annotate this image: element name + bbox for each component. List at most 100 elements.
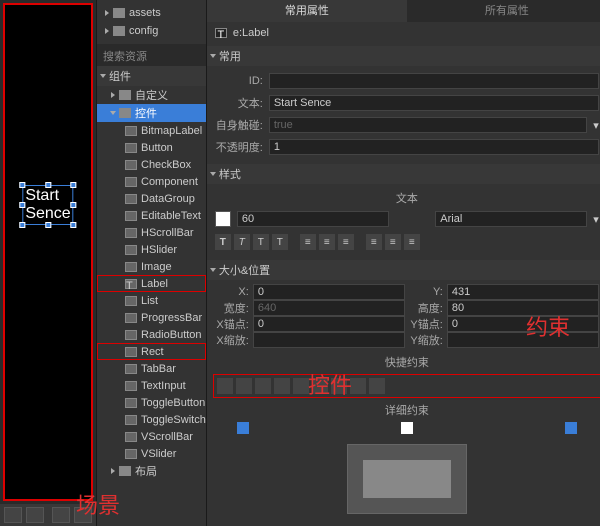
section-style[interactable]: 样式 — [207, 164, 600, 184]
component-item[interactable]: ToggleButton — [97, 394, 206, 411]
tab-all-props[interactable]: 所有属性 — [407, 0, 600, 22]
component-icon — [125, 330, 137, 340]
component-item[interactable]: EditableText — [97, 207, 206, 224]
component-item-rect[interactable]: Rect — [97, 343, 206, 360]
resize-handle[interactable] — [19, 202, 25, 208]
fontsize-input[interactable] — [237, 211, 389, 227]
component-item[interactable]: ProgressBar — [97, 309, 206, 326]
expand-icon[interactable] — [110, 111, 116, 115]
align-center-button[interactable]: ≡ — [319, 234, 335, 250]
expand-icon[interactable] — [105, 10, 109, 16]
asset-folder[interactable]: assets — [97, 4, 206, 22]
constraint-button[interactable] — [293, 378, 309, 394]
id-input[interactable] — [269, 73, 599, 89]
expand-icon[interactable] — [105, 28, 109, 34]
tool-button[interactable] — [26, 507, 44, 523]
tab-common-props[interactable]: 常用属性 — [207, 0, 407, 22]
underline-button[interactable]: T — [253, 234, 269, 250]
opacity-input[interactable] — [269, 139, 599, 155]
italic-button[interactable]: T — [234, 234, 250, 250]
expand-icon[interactable] — [210, 54, 216, 58]
height-input[interactable] — [447, 300, 599, 316]
folder-icon — [113, 26, 125, 36]
component-group[interactable]: 布局 — [97, 462, 206, 480]
constraint-button[interactable] — [369, 378, 385, 394]
resize-handle[interactable] — [19, 222, 25, 228]
component-icon — [125, 313, 137, 323]
font-select[interactable] — [435, 211, 587, 227]
dropdown-icon[interactable]: ▾ — [593, 119, 599, 132]
component-item[interactable]: List — [97, 292, 206, 309]
asset-folder[interactable]: config — [97, 22, 206, 40]
component-item[interactable]: Component — [97, 173, 206, 190]
align-left-button[interactable]: ≡ — [300, 234, 316, 250]
valign-button[interactable]: ≡ — [385, 234, 401, 250]
quick-constraints — [213, 374, 600, 398]
valign-button[interactable]: ≡ — [366, 234, 382, 250]
resize-handle[interactable] — [71, 182, 77, 188]
selected-label[interactable]: Start Sence — [22, 185, 73, 225]
strike-button[interactable]: T — [272, 234, 288, 250]
search-input[interactable]: 搜索资源 — [97, 44, 206, 66]
resize-handle[interactable] — [45, 222, 51, 228]
component-item[interactable]: DataGroup — [97, 190, 206, 207]
component-item[interactable]: HSlider — [97, 241, 206, 258]
expand-icon[interactable] — [111, 92, 115, 98]
expand-icon[interactable] — [100, 74, 106, 78]
width-input[interactable] — [253, 300, 405, 316]
touch-select[interactable] — [269, 117, 587, 133]
anchory-input[interactable] — [447, 316, 599, 332]
constraint-button[interactable] — [274, 378, 290, 394]
component-item[interactable]: TextInput — [97, 377, 206, 394]
constraint-button[interactable] — [331, 378, 347, 394]
scalex-input[interactable] — [253, 332, 405, 348]
anchorx-input[interactable] — [253, 316, 405, 332]
constraint-checkbox[interactable] — [237, 422, 249, 434]
constraint-button[interactable] — [217, 378, 233, 394]
text-input[interactable] — [269, 95, 599, 111]
component-item[interactable]: Button — [97, 139, 206, 156]
color-swatch[interactable] — [215, 211, 231, 227]
align-right-button[interactable]: ≡ — [338, 234, 354, 250]
expand-icon[interactable] — [111, 468, 115, 474]
tool-button[interactable] — [4, 507, 22, 523]
component-item[interactable]: VSlider — [97, 445, 206, 462]
expand-icon[interactable] — [210, 268, 216, 272]
tool-button[interactable] — [52, 507, 70, 523]
section-common[interactable]: 常用 — [207, 46, 600, 66]
component-item[interactable]: BitmapLabel — [97, 122, 206, 139]
component-item[interactable]: ToggleSwitch — [97, 411, 206, 428]
dropdown-icon[interactable]: ▾ — [593, 213, 599, 226]
component-item[interactable]: Image — [97, 258, 206, 275]
constraint-checkbox[interactable] — [565, 422, 577, 434]
component-group-widgets[interactable]: 控件 — [97, 104, 206, 122]
constraint-button[interactable] — [236, 378, 252, 394]
constraint-button[interactable] — [312, 378, 328, 394]
resize-handle[interactable] — [71, 202, 77, 208]
component-item[interactable]: TabBar — [97, 360, 206, 377]
component-item-label[interactable]: TLabel — [97, 275, 206, 292]
components-header[interactable]: 组件 — [97, 66, 206, 86]
y-input[interactable] — [447, 284, 599, 300]
tool-button[interactable] — [74, 507, 92, 523]
scene-canvas[interactable]: Start Sence — [3, 3, 93, 501]
resize-handle[interactable] — [19, 182, 25, 188]
component-group[interactable]: 自定义 — [97, 86, 206, 104]
resize-handle[interactable] — [45, 182, 51, 188]
component-item[interactable]: RadioButton — [97, 326, 206, 343]
constraint-button[interactable] — [350, 378, 366, 394]
scaley-input[interactable] — [447, 332, 599, 348]
resize-handle[interactable] — [71, 222, 77, 228]
component-item[interactable]: HScrollBar — [97, 224, 206, 241]
selected-label-text: Start Sence — [25, 187, 70, 222]
component-item[interactable]: CheckBox — [97, 156, 206, 173]
constraint-button[interactable] — [255, 378, 271, 394]
valign-button[interactable]: ≡ — [404, 234, 420, 250]
bold-button[interactable]: T — [215, 234, 231, 250]
x-input[interactable] — [253, 284, 405, 300]
constraint-diagram[interactable] — [347, 444, 467, 514]
constraint-checkbox[interactable] — [401, 422, 413, 434]
expand-icon[interactable] — [210, 172, 216, 176]
component-item[interactable]: VScrollBar — [97, 428, 206, 445]
section-size[interactable]: 大小&位置 — [207, 260, 600, 280]
